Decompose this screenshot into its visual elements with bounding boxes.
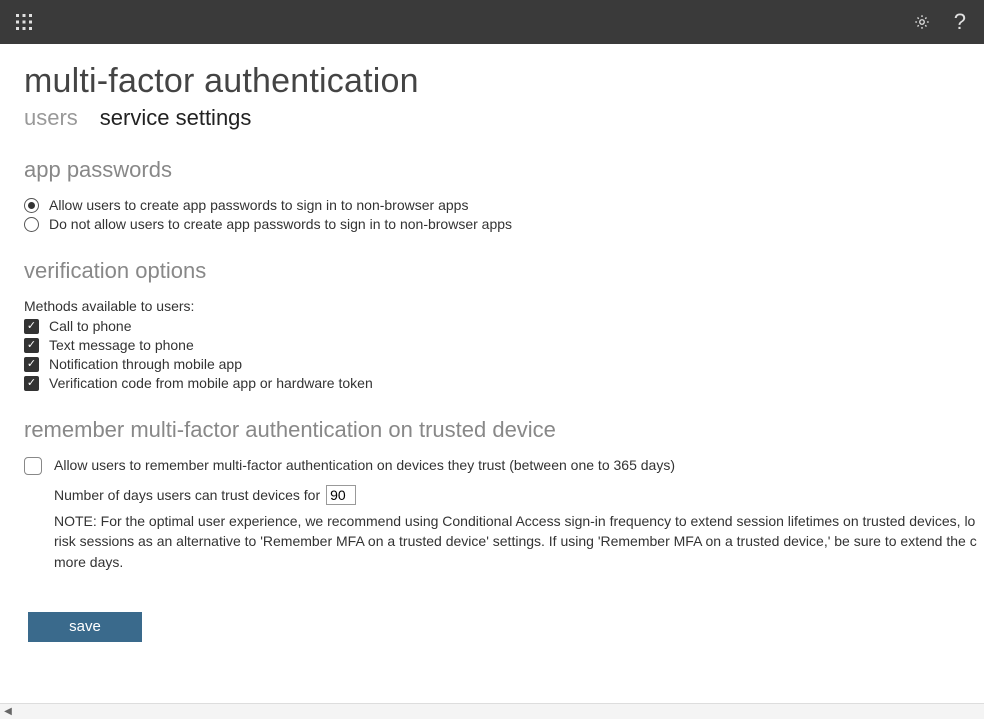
checkbox-label: Notification through mobile app (49, 356, 242, 372)
radio-disallow-app-passwords[interactable] (24, 217, 39, 232)
page-body: multi-factor authentication users servic… (0, 44, 984, 662)
section-title-app-passwords: app passwords (24, 157, 984, 183)
checkbox-call-to-phone[interactable]: ✓ (24, 319, 39, 334)
checkbox-label: Verification code from mobile app or har… (49, 375, 373, 391)
methods-available-label: Methods available to users: (24, 298, 984, 314)
checkbox-label: Call to phone (49, 318, 132, 334)
remember-note-line2: risk sessions as an alternative to 'Reme… (54, 531, 984, 551)
remember-note-line3: more days. (54, 552, 984, 572)
page-title: multi-factor authentication (24, 62, 984, 101)
check-row-notification-app: ✓ Notification through mobile app (24, 356, 984, 372)
horizontal-scrollbar[interactable]: ◀ (0, 703, 984, 719)
save-button[interactable]: save (28, 612, 142, 642)
waffle-icon[interactable] (14, 12, 34, 32)
radio-row-disallow-app-passwords: Do not allow users to create app passwor… (24, 216, 984, 232)
radio-allow-app-passwords[interactable] (24, 198, 39, 213)
section-title-verification-options: verification options (24, 258, 984, 284)
remember-note-line1: NOTE: For the optimal user experience, w… (54, 511, 984, 531)
checkbox-notification-app[interactable]: ✓ (24, 357, 39, 372)
checkbox-remember-mfa[interactable] (24, 457, 42, 475)
scroll-left-icon[interactable]: ◀ (0, 704, 16, 719)
days-label: Number of days users can trust devices f… (54, 487, 320, 503)
days-input[interactable] (326, 485, 356, 505)
check-row-call-to-phone: ✓ Call to phone (24, 318, 984, 334)
check-row-text-to-phone: ✓ Text message to phone (24, 337, 984, 353)
tabs: users service settings (24, 105, 984, 131)
checkbox-label: Allow users to remember multi-factor aut… (54, 457, 675, 473)
tab-users[interactable]: users (24, 105, 78, 131)
section-title-remember-mfa: remember multi-factor authentication on … (24, 417, 984, 443)
topbar: ? (0, 0, 984, 44)
check-row-verification-code: ✓ Verification code from mobile app or h… (24, 375, 984, 391)
checkbox-text-to-phone[interactable]: ✓ (24, 338, 39, 353)
tab-service-settings[interactable]: service settings (100, 105, 252, 131)
remember-days-row: Number of days users can trust devices f… (54, 485, 984, 505)
radio-label: Allow users to create app passwords to s… (49, 197, 468, 213)
help-icon[interactable]: ? (954, 11, 966, 33)
checkbox-verification-code[interactable]: ✓ (24, 376, 39, 391)
radio-label: Do not allow users to create app passwor… (49, 216, 512, 232)
radio-row-allow-app-passwords: Allow users to create app passwords to s… (24, 197, 984, 213)
checkbox-label: Text message to phone (49, 337, 194, 353)
remember-allow-row: Allow users to remember multi-factor aut… (24, 457, 984, 475)
gear-icon[interactable] (912, 12, 932, 32)
